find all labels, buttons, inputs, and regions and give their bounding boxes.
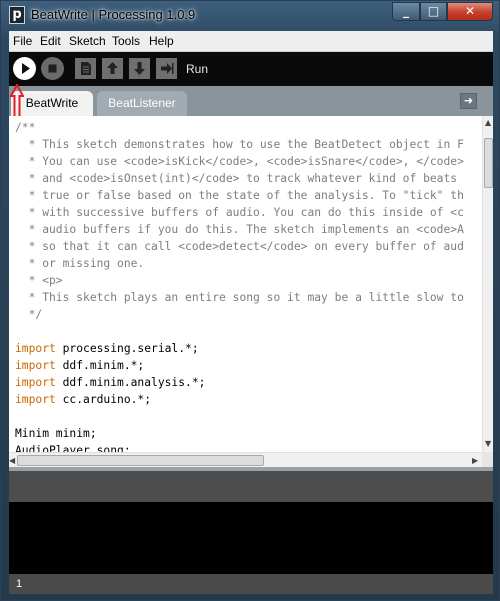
new-button[interactable]: [75, 58, 96, 79]
processing-app-icon: p: [9, 6, 25, 24]
menu-file[interactable]: File: [13, 34, 32, 48]
code-line: import ddf.minim.*;: [15, 359, 145, 372]
open-button[interactable]: [102, 58, 123, 79]
export-button[interactable]: [156, 58, 177, 79]
processing-window: p BeatWrite | Processing 1.0.9 _ □ ✕ Fil…: [0, 0, 500, 601]
code-line: * so that it can call <code>detect</code…: [15, 240, 464, 253]
code-line: * audio buffers if you do this. The sket…: [15, 223, 464, 236]
right-arrow-icon: ➜: [463, 94, 474, 107]
save-icon: [134, 62, 145, 75]
code-line: * or missing one.: [15, 257, 145, 270]
menu-sketch[interactable]: Sketch: [69, 34, 106, 48]
code-text[interactable]: /** * This sketch demonstrates how to us…: [15, 119, 464, 452]
open-icon: [107, 62, 118, 74]
stop-icon: [48, 64, 57, 73]
code-line: AudioPlayer song;: [15, 444, 131, 452]
code-line: * <p>: [15, 274, 63, 287]
vertical-scroll-thumb[interactable]: [484, 138, 493, 188]
annotation-up-arrow-icon: [10, 84, 24, 118]
code-line: */: [15, 308, 43, 321]
code-line: * true or false based on the state of th…: [15, 189, 464, 202]
new-icon: [81, 62, 91, 75]
code-line: Minim minim;: [15, 427, 97, 440]
scroll-corner: [482, 452, 493, 467]
toolbar: Run: [9, 52, 493, 86]
code-line: /**: [15, 121, 36, 134]
vertical-scrollbar[interactable]: ▲ ▼: [482, 116, 493, 452]
toolbar-status-label: Run: [186, 62, 209, 76]
code-line: import ddf.minim.analysis.*;: [15, 376, 206, 389]
line-number-status: 1: [9, 574, 493, 594]
console-output[interactable]: [9, 502, 493, 574]
horizontal-scroll-thumb[interactable]: [17, 455, 264, 466]
message-area: [9, 467, 493, 502]
code-line: import processing.serial.*;: [15, 342, 199, 355]
code-line: * and <code>isOnset(int)</code> to track…: [15, 172, 458, 185]
minimize-button[interactable]: _: [392, 2, 420, 21]
code-line: * You can use <code>isKick</code>, <code…: [15, 155, 464, 168]
scroll-up-icon[interactable]: ▲: [485, 118, 491, 127]
horizontal-scrollbar[interactable]: ◀ ▶: [9, 452, 482, 467]
title-bar[interactable]: p BeatWrite | Processing 1.0.9 _ □ ✕: [1, 1, 500, 30]
code-line: * This sketch demonstrates how to use th…: [15, 138, 464, 151]
code-line: * This sketch plays an entire song so it…: [15, 291, 464, 304]
scroll-right-icon[interactable]: ▶: [472, 456, 478, 465]
scroll-left-icon[interactable]: ◀: [9, 456, 15, 465]
code-editor[interactable]: /** * This sketch demonstrates how to us…: [9, 116, 493, 452]
run-icon: [22, 63, 30, 74]
code-line: * with successive buffers of audio. You …: [15, 206, 464, 219]
code-line: import cc.arduino.*;: [15, 393, 152, 406]
run-button[interactable]: [13, 57, 36, 80]
close-button[interactable]: ✕: [447, 2, 493, 21]
menu-help[interactable]: Help: [149, 34, 174, 48]
window-title: BeatWrite | Processing 1.0.9: [31, 7, 196, 22]
stop-button[interactable]: [41, 57, 64, 80]
tab-menu-button[interactable]: ➜: [460, 93, 477, 109]
maximize-button[interactable]: □: [420, 2, 447, 21]
tab-bar: BeatWrite BeatListener ➜: [9, 86, 493, 116]
menu-edit[interactable]: Edit: [40, 34, 61, 48]
scroll-down-icon[interactable]: ▼: [485, 439, 491, 448]
save-button[interactable]: [129, 58, 150, 79]
menu-bar: File Edit Sketch Tools Help: [9, 31, 493, 52]
menu-tools[interactable]: Tools: [112, 34, 140, 48]
tab-beatlistener[interactable]: BeatListener: [97, 91, 187, 116]
export-icon: [161, 63, 174, 74]
